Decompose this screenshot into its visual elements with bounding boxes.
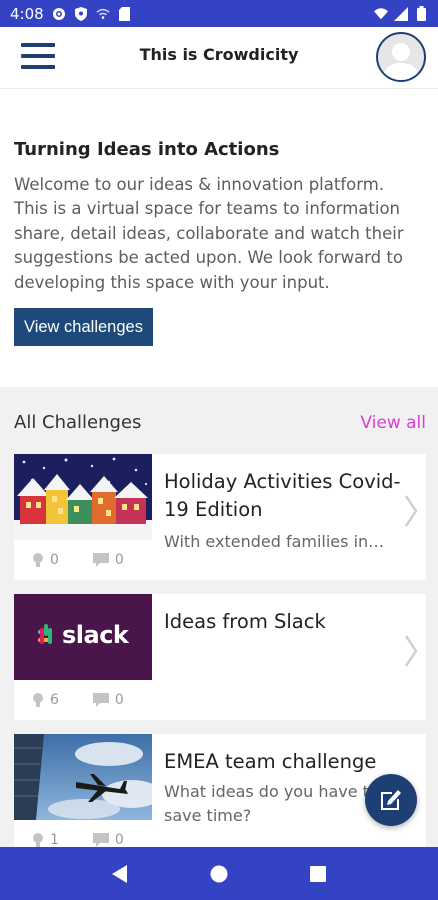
challenge-stats: 1 0 bbox=[32, 832, 152, 848]
edit-icon bbox=[381, 790, 401, 810]
signal-icon bbox=[394, 6, 408, 21]
challenge-subtitle: With extended families in… bbox=[164, 532, 385, 551]
view-all-link[interactable]: View all bbox=[360, 413, 426, 433]
ideas-count: 0 bbox=[50, 552, 59, 568]
challenge-title: Ideas from Slack bbox=[164, 610, 326, 633]
intro-text: Welcome to our ideas & innovation platfo… bbox=[14, 175, 404, 292]
status-time: 4:08 bbox=[10, 4, 44, 23]
challenge-title: EMEA team challenge bbox=[164, 750, 377, 773]
holiday-houses-image bbox=[14, 454, 152, 540]
intro-title: Turning Ideas into Actions bbox=[14, 139, 280, 160]
chevron-right-icon bbox=[404, 635, 418, 667]
recents-icon[interactable] bbox=[303, 859, 333, 889]
settings-icon bbox=[52, 7, 66, 21]
comment-icon bbox=[92, 833, 109, 847]
wifi-off-icon bbox=[96, 7, 110, 21]
app-bar: This is Crowdicity bbox=[0, 27, 438, 89]
view-challenges-button[interactable]: View challenges bbox=[14, 308, 153, 346]
airplane-sky-image bbox=[14, 734, 152, 820]
wifi-icon bbox=[374, 7, 388, 21]
ideas-count: 6 bbox=[50, 692, 59, 708]
comments-count: 0 bbox=[114, 552, 124, 568]
lightbulb-icon bbox=[33, 692, 43, 707]
challenge-card-slack[interactable]: slack Ideas from Slack 6 0 bbox=[14, 594, 426, 720]
challenge-title: Holiday Activities Covid-19 Edition bbox=[164, 470, 401, 521]
user-icon bbox=[382, 43, 420, 80]
system-nav-bar bbox=[0, 847, 438, 900]
home-icon[interactable] bbox=[204, 859, 234, 889]
slack-logo-image: slack bbox=[14, 594, 152, 680]
shield-icon bbox=[74, 6, 88, 21]
app-title: This is Crowdicity bbox=[139, 45, 299, 64]
comment-icon bbox=[92, 553, 109, 567]
battery-icon bbox=[414, 6, 428, 21]
ideas-count: 1 bbox=[50, 832, 59, 848]
avatar[interactable] bbox=[376, 32, 426, 82]
status-bar: 4:08 bbox=[0, 0, 438, 27]
intro-section: Turning Ideas into Actions Welcome to ou… bbox=[0, 89, 438, 387]
challenges-header: All Challenges View all bbox=[14, 412, 426, 433]
comments-count: 0 bbox=[114, 832, 124, 848]
challenge-card-holiday[interactable]: Holiday Activities Covid-19 Edition With… bbox=[14, 454, 426, 580]
challenge-stats: 0 0 bbox=[32, 552, 152, 568]
slack-hash-icon bbox=[38, 624, 52, 644]
lightbulb-icon bbox=[33, 832, 43, 847]
slack-logo-text: slack bbox=[62, 621, 129, 649]
sd-card-icon bbox=[118, 6, 132, 21]
new-idea-fab[interactable] bbox=[365, 774, 417, 826]
section-title: All Challenges bbox=[14, 412, 142, 433]
back-icon[interactable] bbox=[105, 859, 135, 889]
challenge-stats: 6 0 bbox=[32, 692, 152, 708]
comments-count: 0 bbox=[114, 692, 124, 708]
lightbulb-icon bbox=[33, 552, 43, 567]
chevron-right-icon bbox=[404, 495, 418, 527]
comment-icon bbox=[92, 693, 109, 707]
